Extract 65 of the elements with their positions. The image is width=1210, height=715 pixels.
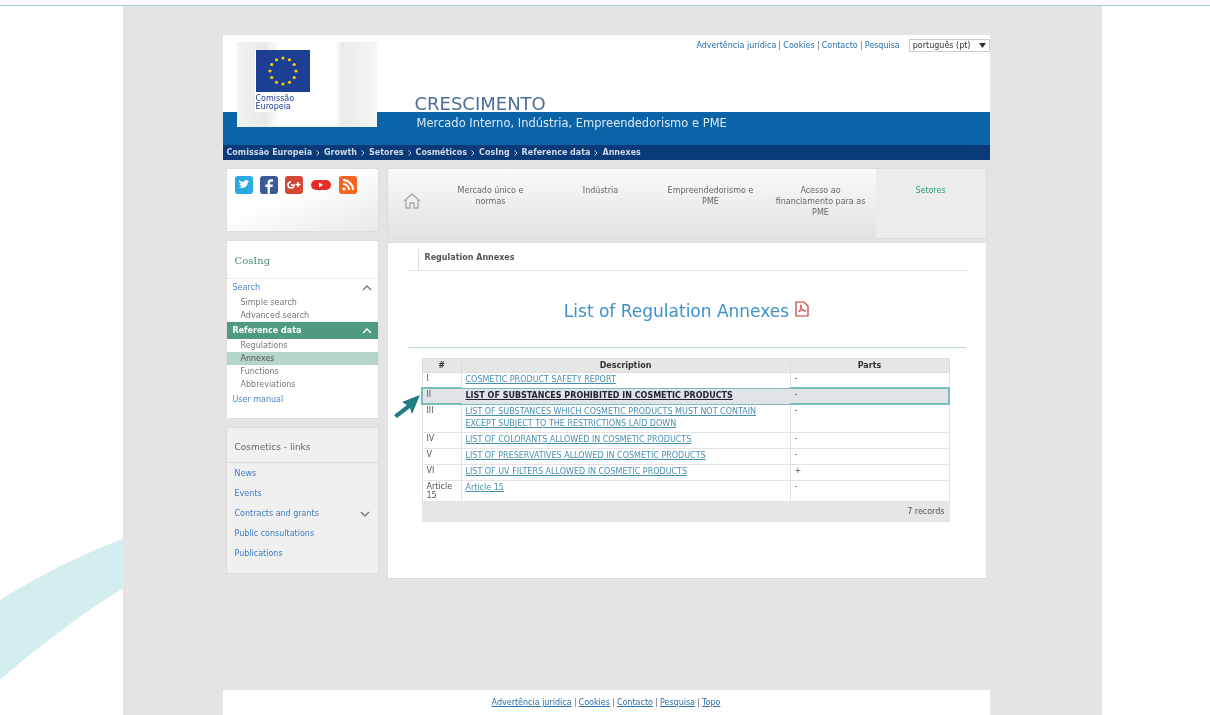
menu-item[interactable]: Abbreviations [226,378,378,391]
site-subtitle: Mercado Interno, Indústria, Empreendedorismo e PME [416,115,727,130]
link[interactable]: Contacto [817,41,861,50]
link[interactable]: Cookies [574,698,613,707]
breadcrumb-link[interactable]: CosIng [479,148,510,157]
menu-item[interactable]: Simple search [226,296,378,309]
chevron-right-icon [471,149,476,156]
breadcrumb-link[interactable]: Comissão Europeia [226,148,313,157]
breadcrumb-link[interactable]: Annexes [602,148,641,157]
breadcrumb-link[interactable]: Setores [368,148,404,157]
table-cell: II [422,388,461,405]
facebook-icon[interactable] [259,176,278,194]
menu-item[interactable]: Contracts and grants [226,503,378,523]
menu-item[interactable]: Advanced search [226,309,378,322]
table-cell: - [790,404,949,433]
link[interactable]: Pesquisa [655,698,698,707]
nav-tab[interactable]: Acesso ao financiamento para as PME [765,169,876,238]
chevron-up-icon [361,327,372,334]
page-heading: List of Regulation Annexes [563,301,790,321]
menu-section[interactable]: User manual [226,391,378,408]
nav-tab[interactable]: Empreendedorismo e PME [655,169,766,238]
table-footer: 7 records [422,501,949,522]
breadcrumb-link[interactable]: Growth [324,148,357,157]
chevron-right-icon [594,149,599,156]
column-header: # [422,358,461,373]
breadcrumb-link[interactable]: Cosméticos [415,148,468,157]
menu-item[interactable]: Functions [226,365,378,378]
menu-title: CosIng [226,241,378,279]
eu-flag-icon [255,50,310,92]
link[interactable]: Pesquisa [860,41,903,50]
link[interactable]: Advertência jurídica [693,41,780,50]
menu-item[interactable]: News [226,463,378,483]
rss-icon[interactable] [338,176,357,194]
link[interactable]: Cookies [779,41,818,50]
chevron-right-icon [360,149,365,156]
menu-item[interactable]: Public consultations [226,523,378,543]
chevron-up-icon [361,284,372,291]
menu-item[interactable]: Publications [226,543,378,563]
menu-item[interactable]: Annexes [226,352,378,365]
twitter-icon[interactable] [234,176,253,194]
column-header: Description [461,358,790,373]
panel-title: Cosmetics - links [226,428,378,463]
menu-item[interactable]: Regulations [226,339,378,352]
menu-section[interactable]: Reference data [226,322,378,339]
column-header: Parts [790,358,949,373]
table-cell: III [422,404,461,433]
table-cell: Article 15 [422,480,461,502]
table-cell: - [790,388,949,405]
link[interactable]: Topo [698,698,724,707]
google-plus-icon[interactable] [284,176,303,194]
nav-tab[interactable]: Indústria [545,169,656,238]
menu-item[interactable]: Events [226,483,378,503]
breadcrumb-link[interactable]: Reference data [521,148,591,157]
caret-icon [978,43,986,48]
language-select[interactable]: português (pt) [908,39,990,52]
nav-tab[interactable]: Mercado único e normas [435,169,546,238]
chevron-right-icon [316,149,321,156]
site-title: CRESCIMENTO [414,93,546,114]
chevron-right-icon [513,149,518,156]
nav-tab[interactable]: Setores [875,169,986,238]
chevron-right-icon [407,149,412,156]
link[interactable]: Advertência jurídica [488,698,575,707]
menu-section[interactable]: Search [226,279,378,296]
chevron-down-icon [359,510,370,517]
link[interactable]: Contacto [612,698,656,707]
